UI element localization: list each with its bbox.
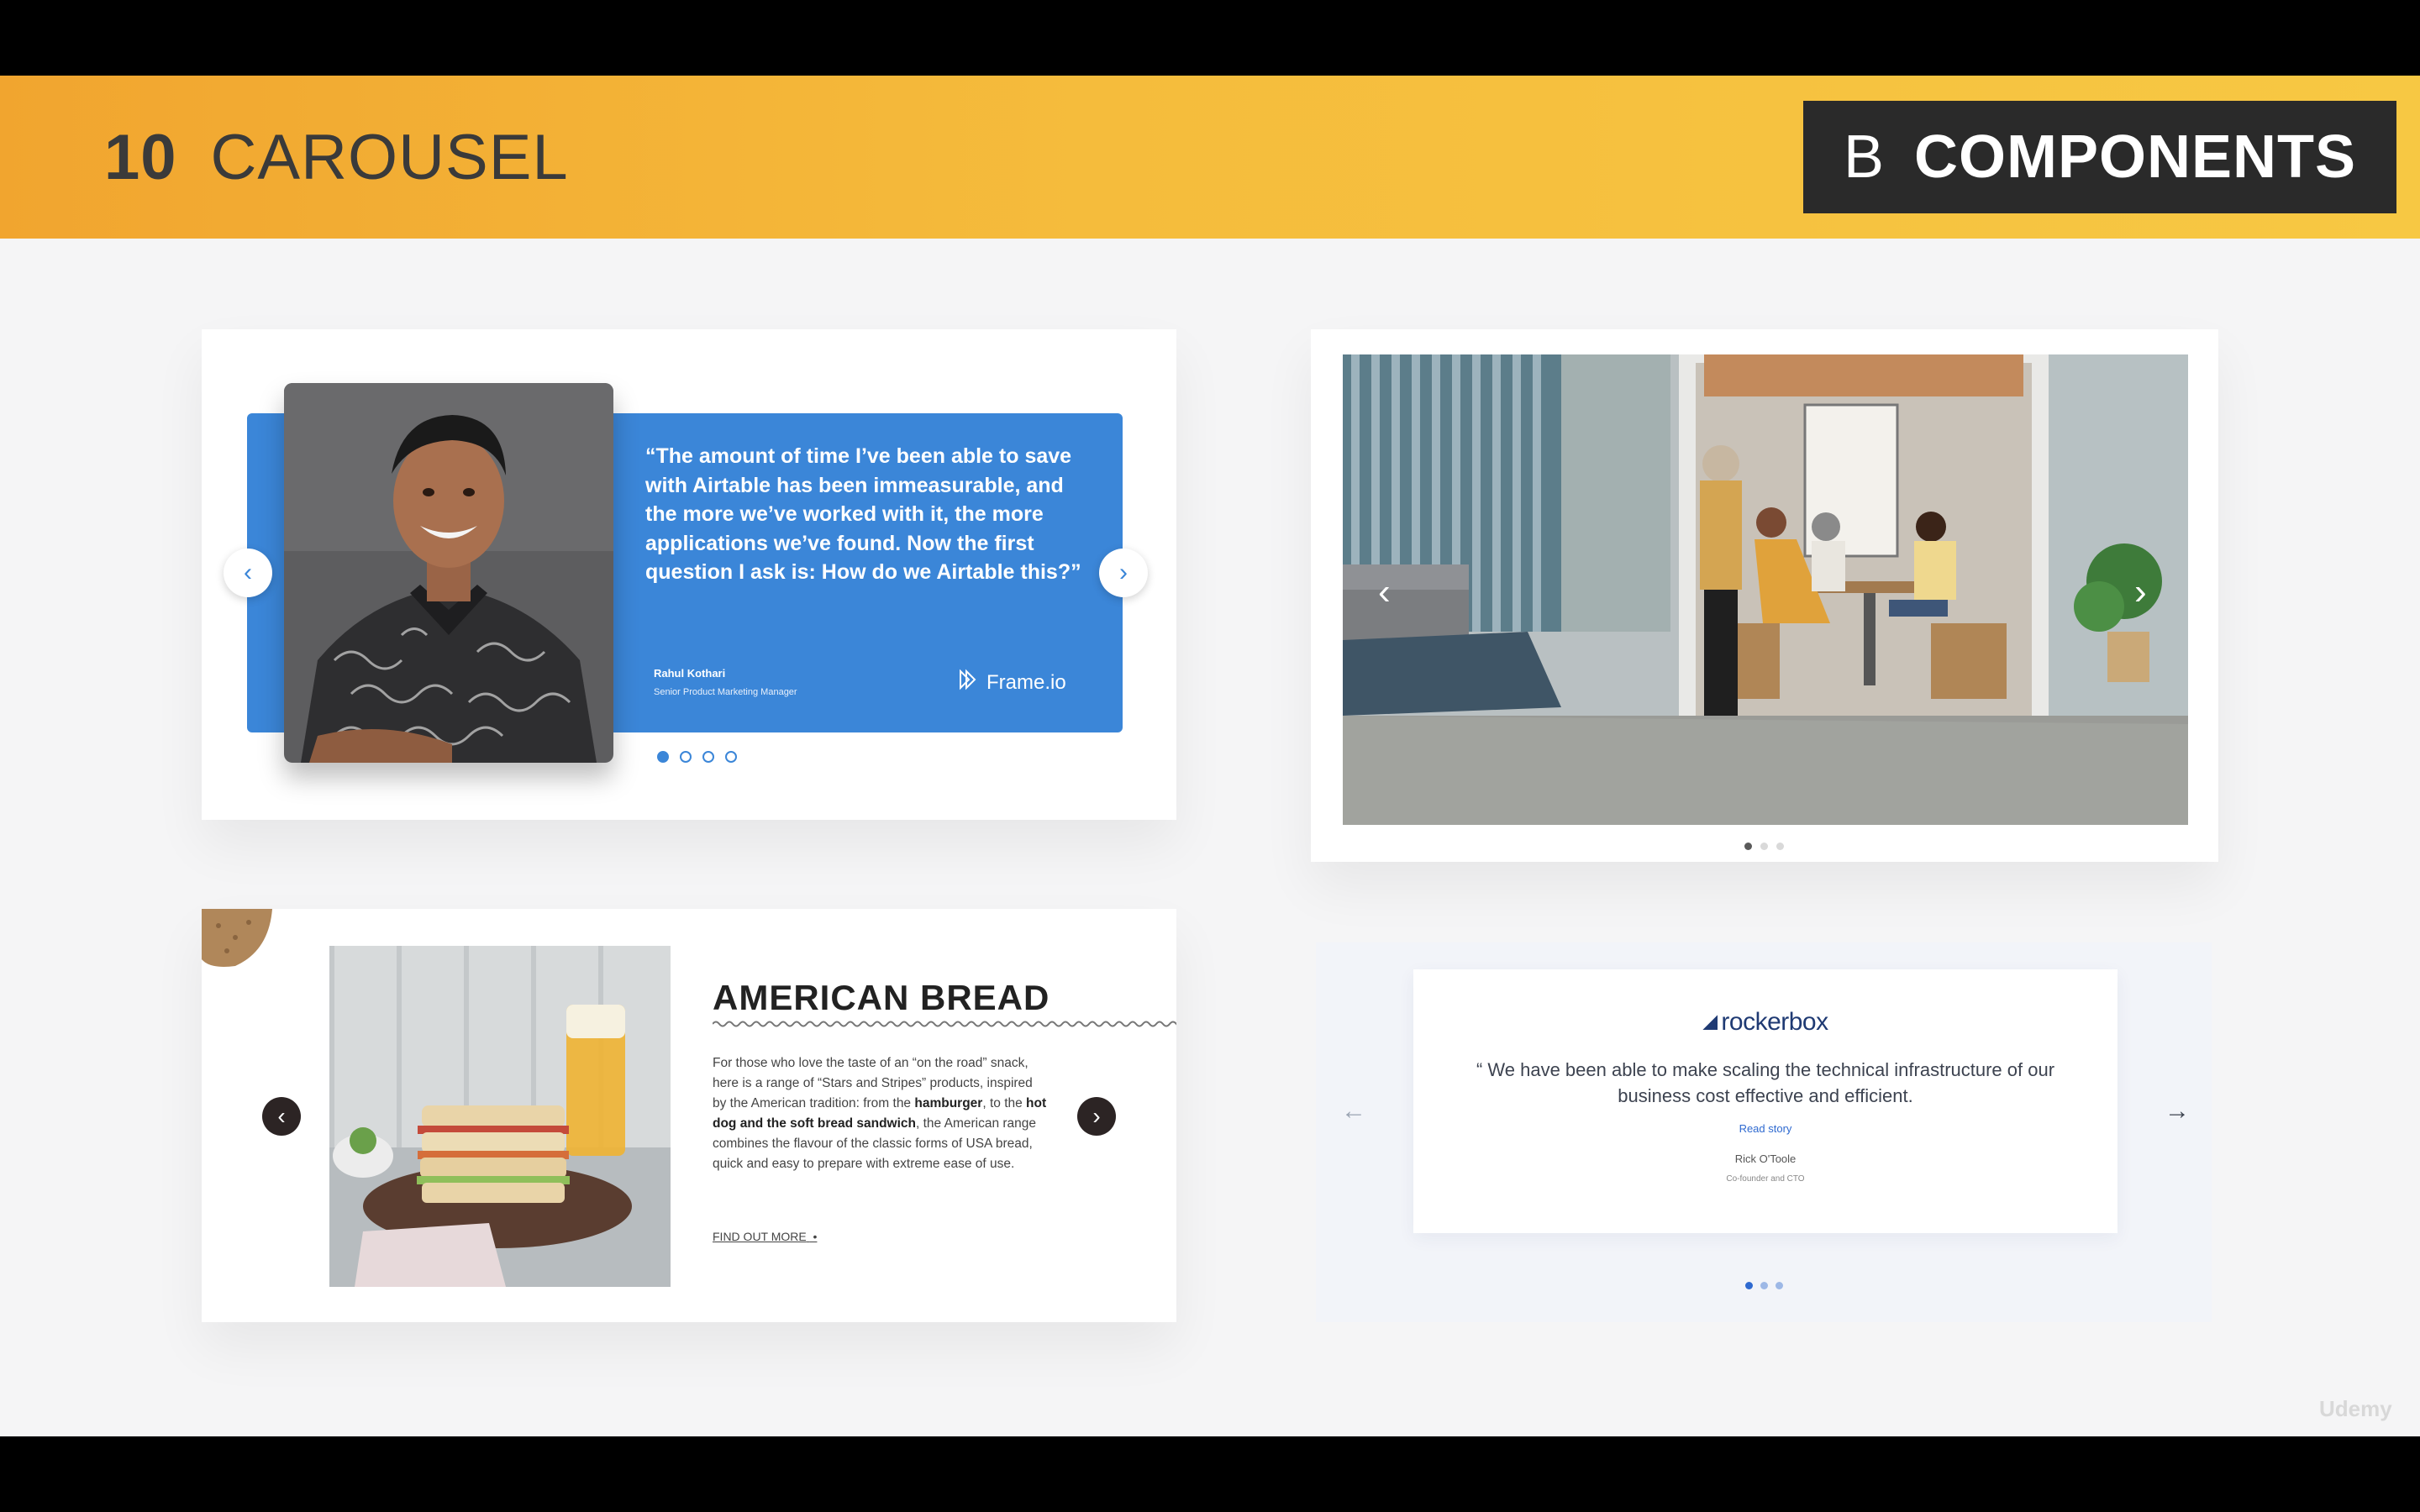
rockerbox-author-name: Rick O'Toole <box>1734 1152 1797 1165</box>
pagination-dot[interactable] <box>657 751 669 763</box>
badge-letter: B <box>1843 123 1884 191</box>
bread-decoration <box>202 909 272 968</box>
description-highlight: hamburger <box>914 1096 983 1110</box>
pagination-dot[interactable] <box>680 751 692 763</box>
chevron-left-icon: ‹ <box>1378 571 1391 612</box>
image-prev-button[interactable]: ‹ <box>1378 571 1391 613</box>
testimonial-author-name: Rahul Kothari <box>654 667 726 680</box>
brand-name: Frame.io <box>986 670 1066 694</box>
title-underline <box>712 1018 1204 1028</box>
rockerbox-prev-button[interactable]: ← <box>1341 1097 1366 1126</box>
bread-description: For those who love the taste of an “on t… <box>713 1053 1049 1174</box>
testimonial-quote: “The amount of time I’ve been able to sa… <box>645 444 1081 584</box>
testimonial-next-button[interactable]: › <box>1099 549 1148 597</box>
section-header: 10 CAROUSEL B COMPONENTS <box>0 76 2420 239</box>
read-story-link[interactable]: Read story <box>1413 1122 2118 1135</box>
office-photo <box>1343 354 2188 825</box>
brand-logo: Frame.io <box>958 669 1066 696</box>
pagination-dot[interactable] <box>1744 843 1752 850</box>
testimonial-prev-button[interactable]: ‹ <box>224 549 272 597</box>
section-heading: 10 CAROUSEL <box>104 76 569 239</box>
section-title: CAROUSEL <box>210 121 569 193</box>
section-number: 10 <box>104 121 177 193</box>
pagination-dot[interactable] <box>1776 1282 1783 1289</box>
pagination-dot[interactable] <box>725 751 737 763</box>
chevron-right-icon: › <box>2134 571 2147 612</box>
udemy-watermark: Udemy <box>2319 1396 2392 1421</box>
pagination-dot[interactable] <box>702 751 714 763</box>
chevron-left-icon: ‹ <box>277 1103 286 1129</box>
rockerbox-mark-icon <box>1702 1015 1718 1030</box>
bread-prev-button[interactable]: ‹ <box>262 1097 301 1136</box>
testimonial-pagination <box>657 751 737 763</box>
testimonial-portrait <box>284 383 613 763</box>
rockerbox-quote: “ We have been able to make scaling the … <box>1476 1059 2055 1106</box>
pagination-dot[interactable] <box>1776 843 1784 850</box>
arrow-left-icon: ← <box>1341 1097 1366 1125</box>
image-pagination <box>1744 843 1784 850</box>
rockerbox-pagination <box>1745 1282 1783 1289</box>
chevron-right-icon: › <box>1092 1103 1101 1129</box>
testimonial-author-role: Senior Product Marketing Manager <box>654 687 797 697</box>
frameio-icon <box>958 669 980 696</box>
bread-next-button[interactable]: › <box>1077 1097 1116 1136</box>
image-next-button[interactable]: › <box>2134 571 2147 613</box>
arrow-right-icon: → <box>2165 1097 2190 1125</box>
rockerbox-author-role: Co-founder and CTO <box>1726 1174 1805 1184</box>
sandwich-photo <box>329 946 671 1287</box>
logo-text: rockerbox <box>1721 1008 1828 1036</box>
pagination-dot[interactable] <box>1745 1282 1753 1289</box>
find-out-more-link[interactable]: FIND OUT MORE • <box>713 1230 817 1243</box>
bread-title: AMERICAN BREAD <box>713 978 1050 1017</box>
link-label: FIND OUT MORE <box>713 1230 807 1243</box>
description-text: , to the <box>982 1096 1027 1110</box>
category-badge: B COMPONENTS <box>1803 101 2396 213</box>
rockerbox-logo: rockerbox <box>1413 1008 2118 1037</box>
bullet-icon: • <box>809 1230 818 1243</box>
badge-label: COMPONENTS <box>1914 123 2357 191</box>
pagination-dot[interactable] <box>1760 1282 1768 1289</box>
pagination-dot[interactable] <box>1760 843 1768 850</box>
chevron-left-icon: ‹ <box>244 559 252 586</box>
rockerbox-next-button[interactable]: → <box>2165 1097 2190 1126</box>
chevron-right-icon: › <box>1119 559 1128 586</box>
